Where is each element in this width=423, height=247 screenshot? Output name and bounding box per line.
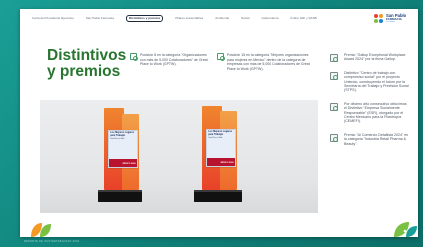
leaf-decoration-left — [31, 223, 51, 237]
trophy-1-card: Los Mejores Lugares para Trabajar Great … — [108, 130, 138, 168]
nav-link-ambiental[interactable]: Ambiental — [215, 16, 229, 22]
leaf-decoration-right — [394, 222, 417, 237]
nav-link-indice[interactable]: Índice GRI y SASB — [291, 16, 317, 22]
nav-link-pilares[interactable]: Pilares sustentables — [175, 16, 203, 22]
logo-mark-icon — [374, 13, 384, 24]
page-title: Distintivos y premios — [47, 48, 126, 80]
award-icon — [217, 53, 225, 61]
trophies-photo: Los Mejores Lugares para Trabajar Great … — [40, 100, 318, 213]
award-description-2: Posición 15 en la categoría "Mejores org… — [217, 53, 315, 71]
award-icon — [330, 102, 338, 111]
nav-link-carta[interactable]: Carta del Presidente Ejecutivo — [32, 16, 74, 22]
page-title-line1: Distintivos — [47, 47, 127, 64]
nav-links: Carta del Presidente Ejecutivo San Pablo… — [32, 14, 329, 22]
nav-link-gobernanza[interactable]: Gobernanza — [262, 16, 279, 22]
nav-link-distintivos[interactable]: Distintivos y premios — [125, 14, 164, 22]
award-icon — [330, 54, 338, 62]
sidebar-award-3: Por décimo año consecutivo obtuvimos el … — [330, 102, 410, 124]
trophy-2: Los Mejores Lugares para Trabajar Great … — [194, 106, 242, 206]
sidebar-award-1: Premio "Gallup Exceptional Workplace Awa… — [330, 53, 410, 62]
award-icon — [130, 53, 138, 61]
award-icon — [330, 71, 338, 80]
nav-link-social[interactable]: Social — [241, 16, 249, 22]
report-page: Carta del Presidente Ejecutivo San Pablo… — [20, 9, 418, 237]
san-pablo-logo[interactable]: San Pablo FARMACIA Tu salud — [374, 12, 412, 25]
logo-line3: Tu salud — [386, 21, 395, 23]
sidebar-award-4: Premio "Al Comercio Detallista 2024" en … — [330, 133, 410, 146]
trophy-2-card: Los Mejores Lugares para Trabajar Great … — [206, 129, 236, 167]
award-icon — [330, 133, 338, 142]
page-title-line2: y premios — [47, 63, 121, 80]
award-description-1: Posición 8 en la categoría "Organizacion… — [130, 53, 212, 67]
sidebar-award-2: Distintivo "Centro de trabajo con compro… — [330, 71, 410, 93]
top-navigation: Carta del Presidente Ejecutivo San Pablo… — [20, 9, 418, 29]
trophy-1: Los Mejores Lugares para Trabajar Great … — [98, 108, 142, 208]
footer-text: REPORTE DE SUSTENTABILIDAD 2024 — [24, 240, 80, 243]
awards-sidebar: Premio "Gallup Exceptional Workplace Awa… — [330, 53, 410, 155]
nav-link-san-pablo[interactable]: San Pablo Farmacia — [86, 16, 114, 22]
